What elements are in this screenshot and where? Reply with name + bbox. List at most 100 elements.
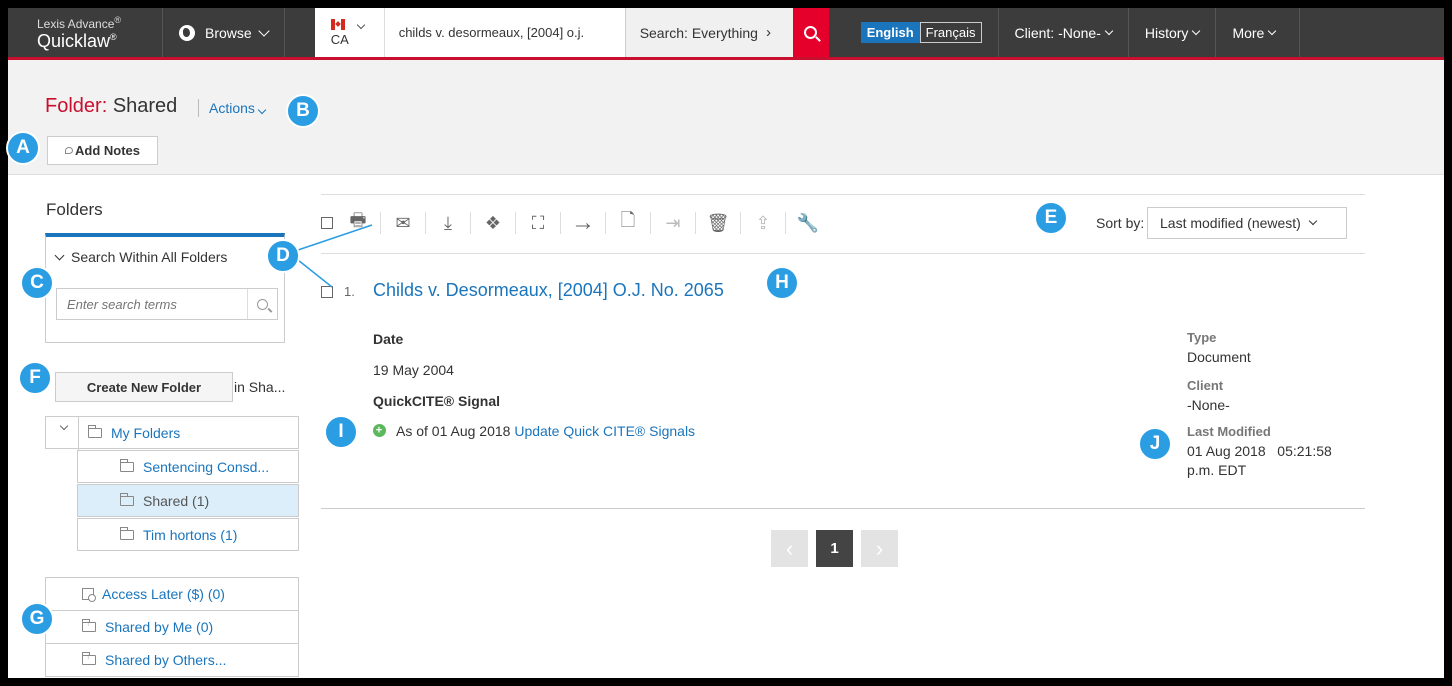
sort-dropdown[interactable]: Last modified (newest) [1147, 207, 1347, 239]
signal-label: QuickCITE® Signal [373, 393, 501, 409]
result-checkbox[interactable] [321, 286, 333, 298]
chevron-down-icon [1308, 216, 1318, 226]
chevron-down-icon [1192, 26, 1201, 35]
download-icon[interactable]: ⤓ [437, 212, 459, 234]
lexis-logo[interactable]: Lexis Advance® Quicklaw® [8, 8, 163, 57]
share-folder-icon[interactable]: ⇪ [752, 212, 774, 234]
create-folder-location: in Sha... [234, 379, 286, 395]
shared-folder-icon [82, 652, 96, 665]
folders-heading: Folders [46, 200, 103, 219]
more-menu[interactable]: More [1216, 8, 1301, 57]
folder-icon [120, 526, 134, 540]
browse-menu[interactable]: Browse [163, 8, 285, 57]
chevron-down-icon [258, 24, 270, 37]
search-within-panel: Search Within All Folders [45, 233, 285, 343]
chevron-right-icon: › [765, 24, 771, 41]
next-page-button[interactable]: › [861, 530, 898, 567]
chevron-down-icon [54, 250, 65, 260]
app-window: Lexis Advance® Quicklaw® Browse CA Searc… [8, 8, 1444, 678]
folder-search-button[interactable] [247, 289, 277, 319]
shared-folder-icon [82, 619, 96, 632]
clock-icon [82, 588, 96, 602]
folder-icon [120, 492, 134, 506]
wrench-icon[interactable]: 🔧 [797, 212, 819, 234]
search-button[interactable] [792, 8, 829, 57]
folder-icon [88, 424, 102, 438]
last-modified-label: Last Modified [1187, 424, 1271, 439]
sort-label: Sort by: [1096, 215, 1145, 231]
language-french-button[interactable]: Français [919, 22, 982, 43]
divider [321, 508, 1365, 509]
note-bubble-icon [65, 147, 73, 154]
folder-icon [120, 458, 134, 472]
add-notes-button[interactable]: Add Notes [47, 136, 158, 165]
search-within-toggle[interactable]: Search Within All Folders [54, 249, 227, 265]
print-icon[interactable]: 🖶 [347, 210, 369, 234]
date-label: Date [373, 331, 404, 347]
shared-by-others-folder[interactable]: Shared by Others... [45, 643, 299, 677]
update-signals-link[interactable]: Update Quick CITE® Signals [514, 423, 695, 439]
folder-header: Folder: Shared Actions Add Notes [8, 63, 1444, 175]
chevron-down-icon [1104, 26, 1114, 35]
previous-page-button[interactable]: ‹ [771, 530, 808, 567]
chevron-down-icon [1268, 26, 1277, 35]
jurisdiction-selector[interactable]: CA [314, 8, 385, 57]
search-icon [804, 26, 818, 39]
type-value: Document [1187, 349, 1251, 365]
special-folders-list: Access Later ($) (0) Shared by Me (0) Sh… [45, 577, 299, 678]
callout-d: D [266, 239, 300, 273]
result-item: 1. Childs v. Desormeaux, [2004] O.J. No.… [321, 268, 1365, 508]
callout-a: A [6, 131, 40, 165]
page-title: Folder: Shared [45, 95, 177, 118]
folder-label: Folder: [45, 95, 108, 117]
brand-line1: Lexis Advance [37, 17, 115, 31]
folder-tree-item[interactable]: Tim hortons (1) [77, 518, 299, 551]
dropbox-icon[interactable]: ❖ [482, 212, 504, 234]
chevron-down-icon[interactable] [59, 421, 69, 431]
last-modified-value: 01 Aug 2018 05:21:58 [1187, 443, 1332, 459]
email-icon[interactable]: ✉ [392, 212, 414, 234]
signal-status: As of 01 Aug 2018 Update Quick CITE® Sig… [396, 423, 696, 439]
result-number: 1. [344, 284, 355, 299]
pagination: ‹ 1 › [771, 530, 898, 567]
move-icon[interactable]: → [571, 209, 595, 236]
folder-tree-item-selected[interactable]: Shared (1) [77, 484, 299, 517]
copy-icon[interactable]: 🗋 [617, 210, 639, 234]
callout-h: H [765, 266, 799, 300]
callout-j: J [1138, 427, 1172, 461]
search-icon [257, 298, 268, 310]
divider [321, 194, 1365, 195]
delete-icon[interactable]: 🗑 [707, 212, 730, 234]
search-scope-selector[interactable]: Search: Everything › [624, 8, 793, 57]
folder-search-input[interactable] [57, 289, 247, 319]
full-screen-icon[interactable]: ⛶ [527, 212, 549, 234]
history-menu[interactable]: History [1129, 8, 1217, 57]
select-all-checkbox[interactable] [321, 217, 333, 229]
actions-menu[interactable]: Actions [209, 100, 267, 116]
folder-name: Shared [112, 95, 178, 117]
create-new-folder-button[interactable]: Create New Folder [55, 372, 233, 402]
callout-b: B [286, 94, 320, 128]
callout-i: I [324, 415, 358, 449]
shared-by-me-folder[interactable]: Shared by Me (0) [45, 610, 299, 644]
folder-tree-item[interactable]: Sentencing Consd... [77, 450, 299, 483]
folder-tree-root[interactable]: My Folders [45, 416, 299, 450]
result-title-link[interactable]: Childs v. Desormeaux, [2004] O.J. No. 20… [373, 280, 724, 301]
callout-g: G [20, 602, 54, 636]
language-english-button[interactable]: English [860, 22, 920, 43]
last-modified-time: p.m. EDT [1187, 462, 1247, 478]
client-menu[interactable]: Client: -None- [999, 8, 1129, 57]
language-switcher: English Français [829, 8, 999, 57]
quickcite-signal-icon: + [370, 421, 389, 440]
current-page-button[interactable]: 1 [816, 530, 853, 567]
chevron-down-icon [257, 105, 267, 115]
divider [321, 253, 1365, 254]
folder-search-box [56, 288, 278, 320]
access-later-folder[interactable]: Access Later ($) (0) [45, 577, 299, 611]
main-content: Folders Search Within All Folders Create… [8, 175, 1444, 678]
export-icon[interactable]: ⇥ [662, 212, 684, 234]
divider [198, 99, 199, 117]
search-input[interactable] [384, 8, 625, 57]
globe-icon [179, 24, 195, 41]
date-value: 19 May 2004 [373, 362, 454, 378]
